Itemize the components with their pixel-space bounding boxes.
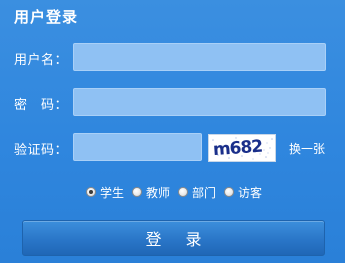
radio-student[interactable]: [86, 187, 96, 197]
role-option-student[interactable]: 学生: [86, 184, 124, 201]
password-label: 密 码：: [14, 98, 69, 113]
captcha-row: 验证码： m682 换一张: [0, 133, 345, 163]
role-selector: 学生 教师 部门 访客: [86, 184, 270, 200]
role-option-department[interactable]: 部门: [178, 184, 216, 201]
role-label-student: 学生: [100, 185, 125, 200]
refresh-captcha-link[interactable]: 换一张: [289, 140, 325, 157]
role-label-department: 部门: [192, 185, 217, 200]
username-input[interactable]: [73, 43, 326, 71]
captcha-input[interactable]: [73, 133, 202, 161]
username-label: 用户名：: [14, 53, 69, 68]
role-label-teacher: 教师: [146, 185, 171, 200]
username-row: 用户名：: [0, 43, 345, 73]
radio-department[interactable]: [178, 187, 189, 197]
captcha-text: m682: [212, 137, 263, 160]
radio-visitor[interactable]: [224, 187, 235, 197]
password-input[interactable]: [73, 88, 326, 116]
password-row: 密 码：: [0, 88, 345, 118]
radio-teacher[interactable]: [132, 187, 143, 197]
captcha-image[interactable]: m682: [208, 134, 276, 162]
role-label-visitor: 访客: [238, 185, 263, 200]
panel-title: 用户登录: [14, 8, 79, 26]
role-option-teacher[interactable]: 教师: [132, 184, 170, 201]
login-button[interactable]: 登录: [22, 220, 325, 256]
captcha-noise: m682: [212, 137, 273, 160]
captcha-label: 验证码：: [14, 143, 69, 158]
role-option-visitor[interactable]: 访客: [224, 184, 262, 201]
